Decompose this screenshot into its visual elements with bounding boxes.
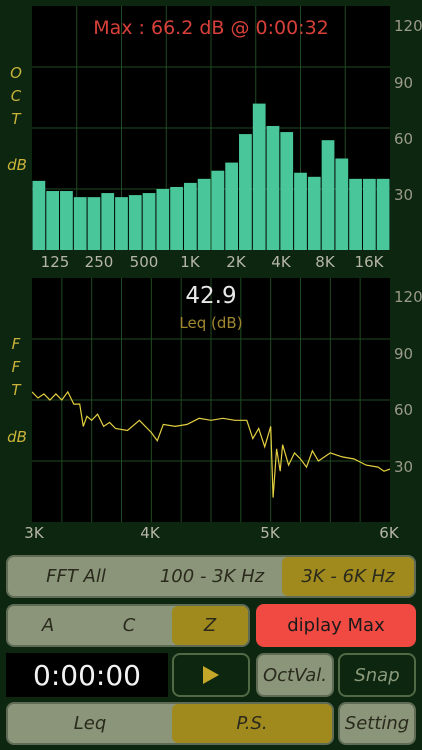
display-max-button[interactable]: diplay Max [256, 604, 416, 647]
oct-bar [46, 191, 60, 250]
fft-x-tick: 6K [379, 524, 399, 542]
fft-y-tick: 90 [394, 345, 414, 363]
oct-x-tick: 250 [84, 253, 114, 271]
oct-bar [335, 158, 349, 250]
oct-bar [280, 132, 294, 250]
mode-ps-button[interactable]: P.S. [172, 704, 332, 743]
oct-x-tick: 2K [226, 253, 246, 271]
oct-bar [170, 186, 183, 250]
oct-bar [307, 176, 321, 250]
fft-x-tick: 5K [260, 524, 280, 542]
oct-bar-chart [32, 6, 390, 250]
fft-leq-value: 42.9 [185, 283, 237, 309]
oct-x-tick: 16K [354, 253, 384, 271]
fft-y-tick: 60 [394, 401, 414, 419]
snap-button[interactable]: Snap [338, 653, 416, 697]
oct-bar [266, 125, 280, 250]
oct-bar [183, 182, 197, 250]
fft-leq-caption: Leq (dB) [179, 314, 243, 332]
fft-range-3k-6k-button[interactable]: 3K - 6K Hz [282, 557, 414, 596]
oct-bar [252, 103, 266, 250]
oct-bar [128, 195, 142, 250]
fft-label-t: T [11, 381, 21, 399]
oct-y-tick: 120 [394, 17, 422, 35]
fft-y-tick: 120 [394, 288, 422, 306]
fft-label-f1: F [11, 335, 21, 353]
oct-bar [376, 178, 390, 250]
oct-y-tick: 60 [394, 130, 414, 148]
setting-button[interactable]: Setting [338, 702, 416, 745]
weighting-segmented-control: A C Z [6, 604, 250, 647]
weighting-c-button[interactable]: C [88, 606, 170, 645]
oct-chart-panel [32, 6, 390, 250]
oct-bar [60, 191, 73, 250]
oct-x-tick: 4K [271, 253, 291, 271]
oct-unit-label: dB [7, 156, 27, 174]
mode-segmented-control: Leq P.S. [6, 702, 334, 745]
oct-bar [115, 197, 128, 250]
oct-bar [225, 162, 239, 250]
oct-label-t: T [11, 110, 21, 128]
oct-bar [362, 178, 376, 250]
octval-button[interactable]: OctVal. [256, 653, 334, 697]
oct-bar [321, 140, 335, 250]
fft-range-100-3k-button[interactable]: 100 - 3K Hz [144, 557, 280, 596]
oct-bar [73, 197, 87, 250]
fft-x-tick: 4K [140, 524, 160, 542]
oct-bar [101, 193, 115, 250]
fft-unit-label: dB [7, 428, 27, 446]
weighting-z-button[interactable]: Z [172, 606, 248, 645]
oct-x-tick: 500 [129, 253, 159, 271]
fft-range-segmented-control: FFT All 100 - 3K Hz 3K - 6K Hz [6, 555, 416, 598]
timer-display: 0:00:00 [6, 653, 168, 697]
oct-bar [197, 178, 211, 250]
fft-x-tick: 3K [24, 524, 44, 542]
oct-label-o: O [10, 64, 22, 82]
fft-range-all-button[interactable]: FFT All [8, 557, 144, 596]
oct-x-tick: 1K [180, 253, 200, 271]
oct-label-c: C [10, 87, 22, 105]
weighting-a-button[interactable]: A [8, 606, 88, 645]
oct-bar [294, 172, 307, 250]
play-icon [203, 666, 219, 684]
play-button[interactable] [172, 653, 250, 697]
fft-label-f2: F [11, 358, 21, 376]
oct-bar [239, 134, 252, 250]
oct-bar [87, 197, 101, 250]
oct-bar [349, 178, 362, 250]
oct-bar [156, 189, 170, 250]
oct-x-tick: 125 [40, 253, 70, 271]
oct-bar [32, 180, 46, 250]
fft-y-tick: 30 [394, 458, 414, 476]
oct-y-tick: 30 [394, 186, 414, 204]
oct-y-tick: 90 [394, 74, 414, 92]
oct-max-readout: Max : 66.2 dB @ 0:00:32 [93, 17, 329, 39]
oct-bar [142, 193, 156, 250]
mode-leq-button[interactable]: Leq [8, 704, 172, 743]
oct-x-tick: 8K [315, 253, 335, 271]
oct-bar [211, 170, 225, 250]
